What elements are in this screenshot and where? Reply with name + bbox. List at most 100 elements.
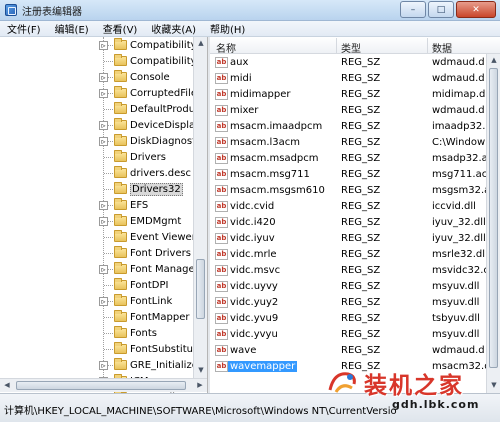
tree-item[interactable]: ▹ Font Managem xyxy=(99,261,204,277)
value-data: msyuv.dll xyxy=(432,329,480,340)
expand-arrow-icon[interactable]: ▹ xyxy=(99,297,108,306)
tree-horizontal-scrollbar[interactable]: ◀ ▶ xyxy=(0,378,207,392)
title-bar: 注册表编辑器 – □ ✕ xyxy=(0,0,500,21)
value-row[interactable]: ab vidc.yvu9 REG_SZ tsbyuv.dll xyxy=(210,311,500,327)
scroll-up-arrow-icon[interactable]: ▲ xyxy=(194,37,207,50)
value-name: vidc.iyuv xyxy=(230,233,275,244)
expand-arrow-icon[interactable]: ▹ xyxy=(99,41,108,50)
tree-item[interactable]: Drivers32 xyxy=(101,181,183,197)
value-row[interactable]: ab msacm.msg711 REG_SZ msg711.ac xyxy=(210,167,500,183)
value-row[interactable]: ab vidc.uyvy REG_SZ msyuv.dll xyxy=(210,279,500,295)
value-row[interactable]: ab mixer REG_SZ wdmaud.d xyxy=(210,103,500,119)
value-row[interactable]: ab wave REG_SZ wdmaud.d xyxy=(210,343,500,359)
tree-item[interactable]: ▹ Console xyxy=(99,69,170,85)
value-type: REG_SZ xyxy=(341,265,381,276)
value-row[interactable]: ab vidc.mrle REG_SZ msrle32.dl xyxy=(210,247,500,263)
tree-item[interactable]: ▹ DiskDiagnostic xyxy=(99,133,204,149)
watermark-url: gdh.lbk.com xyxy=(392,398,480,411)
expand-arrow-icon[interactable]: ▹ xyxy=(99,121,108,130)
column-type-header[interactable]: 类型 xyxy=(341,40,361,55)
tree-item[interactable]: ▹ EFS xyxy=(99,197,149,213)
tree-item[interactable]: ▹ CorruptedFileR xyxy=(99,85,204,101)
expand-arrow-icon[interactable]: ▹ xyxy=(99,201,108,210)
value-row[interactable]: ab vidc.msvc REG_SZ msvidc32.c xyxy=(210,263,500,279)
tree-item[interactable]: ▹ GRE_Initialize xyxy=(99,357,198,373)
value-data: iccvid.dll xyxy=(432,201,476,212)
tree-item[interactable]: Event Viewer xyxy=(101,229,196,245)
value-row[interactable]: ab vidc.yvyu REG_SZ msyuv.dll xyxy=(210,327,500,343)
value-row[interactable]: ab msacm.msgsm610 REG_SZ msgsm32.a xyxy=(210,183,500,199)
value-type: REG_SZ xyxy=(341,89,381,100)
tree-item-label: EMDMgmt xyxy=(130,215,182,227)
folder-icon xyxy=(114,38,127,50)
value-name: msacm.imaadpcm xyxy=(230,121,323,132)
menu-file[interactable]: 文件(F) xyxy=(0,21,48,36)
tree-item-label: EFS xyxy=(130,199,149,211)
tree-item[interactable]: Compatibility32 xyxy=(101,53,207,69)
tree-item[interactable]: Fonts xyxy=(101,325,157,341)
value-row[interactable]: ab msacm.msadpcm REG_SZ msadp32.a xyxy=(210,151,500,167)
close-button[interactable]: ✕ xyxy=(456,1,496,18)
value-row[interactable]: ab midimapper REG_SZ midimap.d xyxy=(210,87,500,103)
column-divider[interactable] xyxy=(427,38,428,53)
value-name: vidc.cvid xyxy=(230,201,275,212)
value-row[interactable]: ab midi REG_SZ wdmaud.d xyxy=(210,71,500,87)
value-row[interactable]: ab msacm.imaadpcm REG_SZ imaadp32. xyxy=(210,119,500,135)
value-data: wdmaud.d xyxy=(432,57,485,68)
menu-edit[interactable]: 编辑(E) xyxy=(48,21,96,36)
tree-item[interactable]: ▹ FontLink xyxy=(99,293,172,309)
value-row[interactable]: ab vidc.i420 REG_SZ iyuv_32.dll xyxy=(210,215,500,231)
values-vertical-scrollbar[interactable]: ▲ ▼ xyxy=(486,54,500,393)
expand-arrow-icon[interactable]: ▹ xyxy=(99,265,108,274)
tree-item[interactable]: Drivers xyxy=(101,149,166,165)
value-row[interactable]: ab vidc.yuy2 REG_SZ msyuv.dll xyxy=(210,295,500,311)
expand-arrow-icon[interactable]: ▹ xyxy=(99,89,108,98)
expand-arrow-icon[interactable]: ▹ xyxy=(99,361,108,370)
value-data: msyuv.dll xyxy=(432,281,480,292)
tree-item[interactable]: ▹ DeviceDisplayC xyxy=(99,117,207,133)
scroll-down-arrow-icon[interactable]: ▼ xyxy=(194,364,207,377)
maximize-button[interactable]: □ xyxy=(428,1,454,18)
value-data: iyuv_32.dll xyxy=(432,233,486,244)
column-name-header[interactable]: 名称 xyxy=(216,40,236,55)
minimize-button[interactable]: – xyxy=(400,1,426,18)
tree-item[interactable]: drivers.desc xyxy=(101,165,191,181)
tree-item[interactable]: ▹ EMDMgmt xyxy=(99,213,182,229)
value-row[interactable]: ab vidc.iyuv REG_SZ iyuv_32.dll xyxy=(210,231,500,247)
folder-icon xyxy=(114,326,127,338)
tree-hscroll-thumb[interactable] xyxy=(16,381,186,390)
expand-arrow-icon[interactable]: ▹ xyxy=(99,217,108,226)
tree-item[interactable]: Font Drivers xyxy=(101,245,191,261)
tree-vertical-scrollbar[interactable]: ▲ ▼ xyxy=(193,37,207,378)
value-row[interactable]: ab vidc.cvid REG_SZ iccvid.dll xyxy=(210,199,500,215)
string-value-icon: ab xyxy=(215,89,228,100)
value-row[interactable]: ab aux REG_SZ wdmaud.d xyxy=(210,55,500,71)
tree-item[interactable]: FontSubstitutes xyxy=(101,341,207,357)
scroll-right-arrow-icon[interactable]: ▶ xyxy=(193,379,207,392)
values-pane[interactable]: 名称 类型 数据 ab aux REG_SZ wdmaud.d ab midi REG_SZ… xyxy=(210,37,500,393)
expand-arrow-icon[interactable]: ▹ xyxy=(99,73,108,82)
values-scroll-thumb[interactable] xyxy=(489,68,498,368)
menu-view[interactable]: 查看(V) xyxy=(96,21,145,36)
tree-connector-line xyxy=(104,332,113,334)
scroll-left-arrow-icon[interactable]: ◀ xyxy=(0,379,14,392)
tree-connector-line xyxy=(104,156,113,158)
tree-item[interactable]: DefaultProduct xyxy=(101,101,205,117)
tree-connector-line xyxy=(104,316,113,318)
menu-favorites[interactable]: 收藏夹(A) xyxy=(144,21,203,36)
tree-item[interactable]: FontMapper xyxy=(101,309,190,325)
scroll-up-arrow-icon[interactable]: ▲ xyxy=(487,54,500,67)
folder-icon xyxy=(114,134,127,146)
menu-help[interactable]: 帮助(H) xyxy=(203,21,252,36)
column-data-header[interactable]: 数据 xyxy=(432,40,452,55)
key-tree-pane[interactable]: ▹ Compatibility Compatibility32 ▹ Console ▹ Co… xyxy=(0,37,208,393)
tree-scroll-thumb[interactable] xyxy=(196,259,205,319)
tree-item[interactable]: ▹ Compatibility xyxy=(99,37,197,53)
tree-item[interactable]: FontDPI xyxy=(101,277,168,293)
tree-item-label: drivers.desc xyxy=(130,167,192,179)
string-value-icon: ab xyxy=(215,297,228,308)
window-title: 注册表编辑器 xyxy=(22,6,82,18)
column-divider[interactable] xyxy=(336,38,337,53)
value-row[interactable]: ab msacm.l3acm REG_SZ C:\Window xyxy=(210,135,500,151)
expand-arrow-icon[interactable]: ▹ xyxy=(99,137,108,146)
